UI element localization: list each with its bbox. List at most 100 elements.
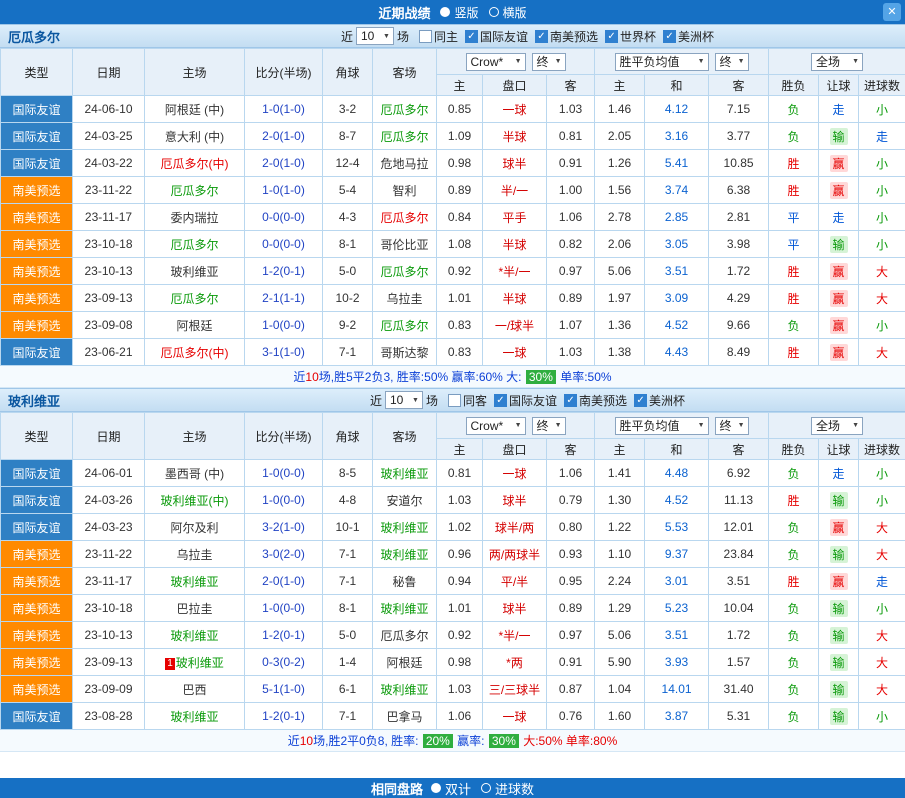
checkbox-competition-2-label[interactable]: 世界杯 bbox=[620, 28, 656, 45]
cell-ah-away-odds: 0.87 bbox=[547, 676, 595, 703]
cell-handicap-result: 输 bbox=[819, 541, 859, 568]
radio-icon[interactable] bbox=[481, 783, 491, 793]
cell-corner: 7-1 bbox=[323, 541, 373, 568]
cell-score: 1-0(0-0) bbox=[245, 312, 323, 339]
layout-option-label[interactable]: 横版 bbox=[503, 4, 527, 21]
scope-select[interactable]: 全场▼ bbox=[811, 53, 863, 71]
cell-handicap-result: 输 bbox=[819, 231, 859, 258]
col-header-type: 类型 bbox=[1, 49, 73, 96]
cell-eu-draw-odds: 3.01 bbox=[645, 568, 709, 595]
red-card-badge: 1 bbox=[165, 658, 175, 670]
pair-mode-option-label[interactable]: 双计 bbox=[445, 779, 471, 798]
cell-eu-home-odds: 5.06 bbox=[595, 622, 645, 649]
checkbox-competition-2[interactable]: ✓ bbox=[605, 30, 618, 43]
cell-score: 3-1(1-0) bbox=[245, 339, 323, 366]
cell-handicap: 一/球半 bbox=[483, 312, 547, 339]
checkbox-same-side-label[interactable]: 同客 bbox=[463, 392, 487, 409]
checkbox-competition-1-label[interactable]: 南美预选 bbox=[550, 28, 598, 45]
radio-icon[interactable] bbox=[489, 7, 499, 17]
cell-home-team: 玻利维亚 bbox=[145, 622, 245, 649]
checkbox-competition-0-label[interactable]: 国际友谊 bbox=[509, 392, 557, 409]
layout-option-1[interactable]: 横版 bbox=[489, 4, 527, 21]
scope-select[interactable]: 全场▼ bbox=[811, 417, 863, 435]
checkbox-competition-1[interactable]: ✓ bbox=[535, 30, 548, 43]
cell-handicap-result: 赢 bbox=[819, 258, 859, 285]
cell-eu-home-odds: 2.05 bbox=[595, 123, 645, 150]
cell-eu-home-odds: 1.22 bbox=[595, 514, 645, 541]
cell-away-team: 玻利维亚 bbox=[373, 460, 437, 487]
filter-checks-1: 同客✓国际友谊✓南美预选✓美洲杯 bbox=[441, 392, 685, 409]
cell-eu-home-odds: 1.29 bbox=[595, 595, 645, 622]
cell-eu-draw-odds: 3.51 bbox=[645, 258, 709, 285]
match-row: 南美预选23-09-09巴西5-1(1-0)6-1玻利维亚1.03三/三球半0.… bbox=[1, 676, 905, 703]
checkbox-same-side[interactable] bbox=[448, 394, 461, 407]
summary-segment: 赢率: bbox=[454, 732, 488, 749]
checkbox-competition-2[interactable]: ✓ bbox=[634, 394, 647, 407]
match-row: 南美预选23-10-18巴拉圭1-0(0-0)8-1玻利维亚1.01球半0.89… bbox=[1, 595, 905, 622]
handicap-result-pill: 赢 bbox=[830, 263, 848, 280]
checkbox-same-side-label[interactable]: 同主 bbox=[434, 28, 458, 45]
checkbox-competition-0[interactable]: ✓ bbox=[494, 394, 507, 407]
pair-mode-option-1[interactable]: 进球数 bbox=[481, 779, 534, 798]
pair-mode-toggle: 双计 进球数 bbox=[431, 779, 534, 798]
pair-mode-option-label[interactable]: 进球数 bbox=[495, 779, 534, 798]
bookmaker-select[interactable]: Crow*▼ bbox=[466, 417, 526, 435]
chevron-down-icon: ▼ bbox=[383, 33, 390, 40]
cell-ah-away-odds: 1.07 bbox=[547, 312, 595, 339]
asian-odds-group: Crow*▼ 终▼ bbox=[437, 413, 595, 439]
match-count-select[interactable]: 10▼ bbox=[385, 391, 423, 409]
cell-goals: 小 bbox=[859, 150, 905, 177]
checkbox-competition-1-label[interactable]: 南美预选 bbox=[579, 392, 627, 409]
cell-handicap: *半/一 bbox=[483, 258, 547, 285]
checkbox-competition-2-label[interactable]: 美洲杯 bbox=[649, 392, 685, 409]
chevron-down-icon: ▼ bbox=[852, 422, 859, 429]
cell-ah-away-odds: 0.76 bbox=[547, 703, 595, 730]
cell-eu-away-odds: 1.72 bbox=[709, 622, 769, 649]
cell-handicap: 一球 bbox=[483, 96, 547, 123]
cell-away-team: 玻利维亚 bbox=[373, 514, 437, 541]
col-header-eu-draw: 和 bbox=[645, 439, 709, 460]
asian-odds-group: Crow*▼ 终▼ bbox=[437, 49, 595, 75]
cell-eu-draw-odds: 2.85 bbox=[645, 204, 709, 231]
cell-result: 胜 bbox=[769, 177, 819, 204]
cell-ah-away-odds: 1.03 bbox=[547, 96, 595, 123]
checkbox-same-side[interactable] bbox=[419, 30, 432, 43]
cell-eu-away-odds: 6.92 bbox=[709, 460, 769, 487]
euro-odds-select[interactable]: 胜平负均值▼ bbox=[615, 417, 709, 435]
bookmaker-select[interactable]: Crow*▼ bbox=[466, 53, 526, 71]
radio-icon[interactable] bbox=[431, 783, 441, 793]
matches-table-0: 类型 日期 主场 比分(半场) 角球 客场 Crow*▼ 终▼ 胜平负均值▼ 终… bbox=[0, 48, 905, 366]
handicap-result-pill: 赢 bbox=[830, 290, 848, 307]
match-count-select[interactable]: 10▼ bbox=[356, 27, 394, 45]
match-row: 南美预选23-11-22厄瓜多尔1-0(1-0)5-4智利0.89半/一1.00… bbox=[1, 177, 905, 204]
checkbox-competition-3-label[interactable]: 美洲杯 bbox=[678, 28, 714, 45]
cell-score: 1-2(0-1) bbox=[245, 258, 323, 285]
handicap-result-pill: 输 bbox=[830, 654, 848, 671]
cell-handicap: 一球 bbox=[483, 703, 547, 730]
cell-away-team: 厄瓜多尔 bbox=[373, 123, 437, 150]
euro-time-select[interactable]: 终▼ bbox=[715, 417, 749, 435]
euro-time-select[interactable]: 终▼ bbox=[715, 53, 749, 71]
close-button[interactable]: ✕ bbox=[883, 3, 901, 21]
euro-odds-select[interactable]: 胜平负均值▼ bbox=[615, 53, 709, 71]
radio-icon[interactable] bbox=[440, 7, 450, 17]
cell-result: 负 bbox=[769, 703, 819, 730]
cell-date: 23-09-09 bbox=[73, 676, 145, 703]
cell-home-team: 1玻利维亚 bbox=[145, 649, 245, 676]
cell-handicap-result: 输 bbox=[819, 703, 859, 730]
cell-score: 2-0(1-0) bbox=[245, 123, 323, 150]
odds-time-select[interactable]: 终▼ bbox=[532, 417, 566, 435]
checkbox-competition-0[interactable]: ✓ bbox=[465, 30, 478, 43]
checkbox-competition-3[interactable]: ✓ bbox=[663, 30, 676, 43]
cell-ah-home-odds: 1.06 bbox=[437, 703, 483, 730]
layout-option-0[interactable]: 竖版 bbox=[440, 4, 478, 21]
cell-eu-home-odds: 1.04 bbox=[595, 676, 645, 703]
layout-option-label[interactable]: 竖版 bbox=[454, 4, 478, 21]
odds-time-select[interactable]: 终▼ bbox=[532, 53, 566, 71]
checkbox-competition-1[interactable]: ✓ bbox=[564, 394, 577, 407]
cell-score: 2-0(1-0) bbox=[245, 568, 323, 595]
pair-mode-option-0[interactable]: 双计 bbox=[431, 779, 471, 798]
checkbox-competition-0-label[interactable]: 国际友谊 bbox=[480, 28, 528, 45]
match-row: 南美预选23-09-131玻利维亚0-3(0-2)1-4阿根廷0.98*两0.9… bbox=[1, 649, 905, 676]
cell-goals: 大 bbox=[859, 339, 905, 366]
